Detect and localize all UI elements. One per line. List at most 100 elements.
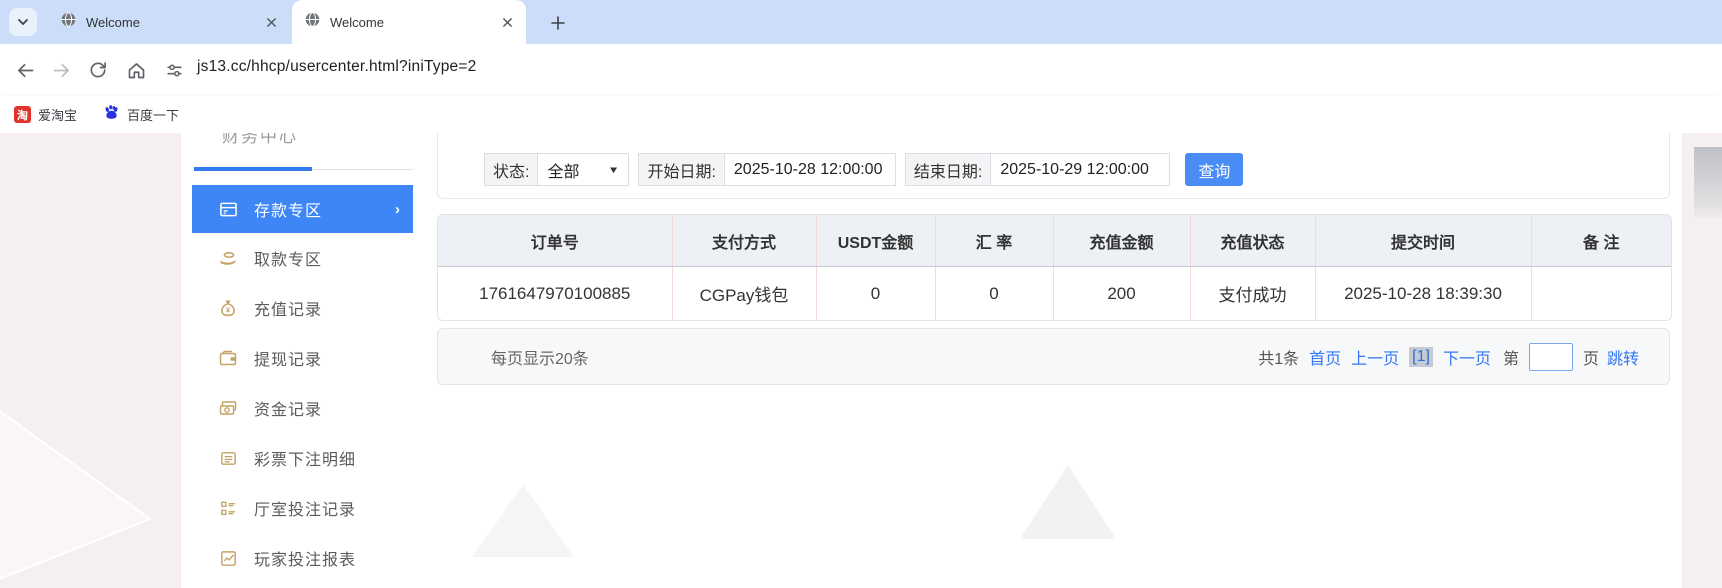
new-tab-button[interactable]: [544, 9, 571, 36]
back-button[interactable]: [14, 59, 36, 81]
jump-page-input[interactable]: [1528, 342, 1573, 371]
sidebar-item-label: 彩票下注明细: [254, 452, 357, 469]
sidebar-item-recharge-records[interactable]: ¥ 充值记录: [192, 283, 413, 333]
sidebar-item-withdrawal-records[interactable]: 提现记录: [192, 333, 413, 383]
page-viewport: 财务中心 存款专区 › 取款专区 ¥ 充值记录 提现记录 资金记录 彩票下注明细…: [0, 133, 1722, 588]
cell-recharge-status: 支付成功: [1190, 266, 1316, 320]
column-header: 支付方式: [672, 215, 817, 267]
end-date-group: 结束日期: 2025-10-29 12:00:00: [904, 153, 1171, 186]
tab-search-chevron-button[interactable]: [9, 8, 37, 36]
column-header: 充值金额: [1053, 215, 1191, 267]
jump-suffix-text: 页: [1582, 350, 1599, 368]
column-header: 充值状态: [1190, 215, 1316, 267]
sidebar-item-label: 取款专区: [254, 252, 323, 269]
pagination-bar: 每页显示20条 共1条 首页 上一页 [1] 下一页 第 页 跳转: [437, 328, 1670, 385]
tab-strip: Welcome Welcome: [0, 0, 1722, 44]
site-info-tune-icon[interactable]: [163, 59, 185, 81]
reload-button[interactable]: [87, 59, 109, 81]
taobao-icon: 淘: [14, 106, 31, 123]
tab-title: Welcome: [86, 14, 140, 30]
page-left-background: [0, 133, 181, 588]
next-page-link[interactable]: 下一页: [1443, 345, 1491, 369]
start-date-input[interactable]: 2025-10-28 12:00:00: [723, 153, 896, 186]
main-content: 状态: 全部 ▼ 开始日期: 2025-10-28 12:00:00 结束日期:…: [437, 133, 1672, 588]
sidebar-item-deposit-zone[interactable]: 存款专区 ›: [192, 185, 413, 233]
address-bar[interactable]: js13.cc/hhcp/usercenter.html?iniType=2: [197, 58, 476, 76]
deposit-card-icon: [218, 199, 238, 219]
sidebar-section-title[interactable]: 财务中心: [222, 133, 298, 147]
bookmark-baidu[interactable]: 百度一下: [103, 104, 179, 126]
forward-button[interactable]: [50, 59, 72, 81]
start-date-group: 开始日期: 2025-10-28 12:00:00: [638, 153, 896, 186]
sidebar: 财务中心 存款专区 › 取款专区 ¥ 充值记录 提现记录 资金记录 彩票下注明细…: [192, 133, 413, 588]
sidebar-item-label: 厅室投注记录: [254, 502, 357, 519]
tab-title: Welcome: [330, 14, 384, 30]
status-filter-group: 状态: 全部 ▼: [484, 153, 630, 186]
sidebar-menu: 存款专区 › 取款专区 ¥ 充值记录 提现记录 资金记录 彩票下注明细 厅室投注…: [192, 185, 413, 583]
sidebar-item-withdraw-zone[interactable]: 取款专区: [192, 233, 413, 283]
tab-close-icon[interactable]: [262, 13, 280, 31]
total-count-text: 共1条: [1258, 350, 1300, 368]
report-chart-icon: [218, 548, 238, 568]
chevron-down-icon: [18, 19, 28, 26]
status-select[interactable]: 全部 ▼: [537, 153, 630, 186]
decorative-gray-block: [1694, 147, 1722, 219]
sidebar-item-player-bet-report[interactable]: 玩家投注报表: [192, 533, 413, 583]
tab-welcome-2-active[interactable]: Welcome: [292, 0, 526, 44]
cell-usdt-amount: 0: [816, 266, 936, 320]
first-page-link[interactable]: 首页: [1309, 345, 1341, 369]
cell-order-number: 1761647970100885: [438, 266, 673, 320]
svg-text:¥: ¥: [226, 306, 231, 315]
sidebar-item-lottery-bet-details[interactable]: 彩票下注明细: [192, 433, 413, 483]
current-page-badge[interactable]: [1]: [1409, 346, 1433, 367]
globe-favicon-icon: [304, 11, 321, 33]
column-header: 汇 率: [935, 215, 1054, 267]
column-header: USDT金额: [816, 215, 936, 267]
globe-favicon-icon: [60, 11, 77, 33]
sidebar-item-funds-records[interactable]: 资金记录: [192, 383, 413, 433]
hall-bet-list-icon: [218, 498, 238, 518]
filter-panel: 状态: 全部 ▼ 开始日期: 2025-10-28 12:00:00 结束日期:…: [437, 133, 1670, 199]
start-date-label: 开始日期:: [638, 153, 724, 186]
bookmark-label: 爱淘宝: [38, 108, 78, 123]
status-selected-value: 全部: [547, 163, 580, 181]
cell-submit-time: 2025-10-28 18:39:30: [1315, 266, 1532, 320]
plus-icon: [550, 15, 565, 30]
bookmark-label: 百度一下: [127, 108, 180, 123]
column-header: 订单号: [438, 215, 673, 267]
orders-table: 订单号 支付方式 USDT金额 汇 率 充值金额 充值状态 提交时间 备 注 1: [437, 214, 1672, 321]
column-header: 提交时间: [1315, 215, 1532, 267]
end-date-input[interactable]: 2025-10-29 12:00:00: [990, 153, 1171, 186]
browser-toolbar: js13.cc/hhcp/usercenter.html?iniType=2: [0, 44, 1722, 96]
sidebar-item-label: 充值记录: [254, 302, 323, 319]
end-date-label: 结束日期:: [904, 153, 991, 186]
lottery-list-icon: [218, 448, 238, 468]
sidebar-item-label: 提现记录: [254, 352, 323, 369]
browser-window: Welcome Welcome js13.cc/hhcp/usercenter.…: [0, 0, 1722, 588]
jump-button[interactable]: 跳转: [1607, 345, 1639, 369]
cell-exchange-rate: 0: [935, 266, 1054, 320]
funds-icon: [218, 398, 238, 418]
sidebar-item-label: 玩家投注报表: [254, 552, 357, 569]
sidebar-item-label: 存款专区: [254, 203, 323, 220]
decorative-triangle: [0, 410, 153, 580]
tab-welcome-1[interactable]: Welcome: [48, 0, 290, 44]
column-header: 备 注: [1531, 215, 1671, 267]
sidebar-item-label: 资金记录: [254, 402, 323, 419]
sidebar-active-tab-underline: [194, 167, 312, 171]
tab-close-icon[interactable]: [498, 13, 516, 31]
cell-payment-method: CGPay钱包: [672, 266, 817, 320]
page-size-text: 每页显示20条: [491, 350, 589, 368]
sidebar-item-hall-bet-records[interactable]: 厅室投注记录: [192, 483, 413, 533]
cell-remark: [1531, 266, 1671, 320]
bookmark-taobao[interactable]: 淘 爱淘宝: [14, 105, 77, 124]
jump-prefix-text: 第: [1502, 350, 1519, 368]
table-row: 1761647970100885 CGPay钱包 0 0 200 支付成功 20…: [438, 266, 1671, 320]
baidu-paw-icon: [103, 104, 120, 126]
pagination-controls: 共1条 首页 上一页 [1] 下一页 第 页 跳转: [1258, 342, 1639, 371]
table-header-row: 订单号 支付方式 USDT金额 汇 率 充值金额 充值状态 提交时间 备 注: [438, 215, 1671, 267]
home-button[interactable]: [125, 59, 147, 81]
prev-page-link[interactable]: 上一页: [1351, 345, 1399, 369]
chevron-down-icon: ▼: [607, 163, 620, 176]
query-button[interactable]: 查询: [1185, 153, 1244, 186]
